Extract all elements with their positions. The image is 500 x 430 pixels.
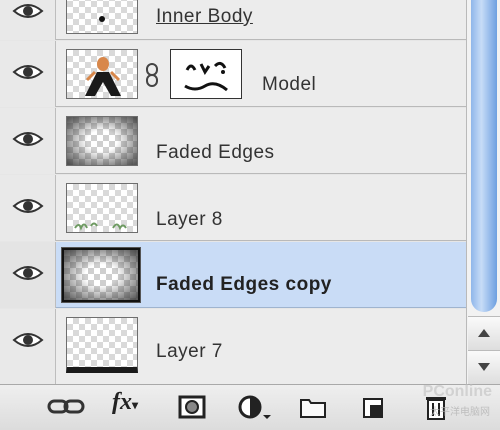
visibility-toggle[interactable] xyxy=(0,0,56,40)
layer-thumbnail xyxy=(66,49,138,99)
layers-panel: Inner Body Model Faded Edges Layer 8 Fad… xyxy=(0,0,500,430)
eye-icon xyxy=(12,199,44,213)
visibility-toggle[interactable] xyxy=(0,41,56,107)
visibility-toggle[interactable] xyxy=(0,242,56,308)
adjustment-layer-icon[interactable] xyxy=(236,391,276,423)
eye-icon xyxy=(12,132,44,146)
visibility-toggle[interactable] xyxy=(0,309,56,384)
watermark-logo: PConline xyxy=(422,383,492,400)
layer-name: Faded Edges copy xyxy=(156,274,332,295)
link-layers-icon[interactable] xyxy=(46,391,86,423)
eye-icon xyxy=(12,65,44,79)
eye-icon xyxy=(12,4,44,18)
layer-thumbnail xyxy=(66,0,138,34)
layer-row-faded-edges[interactable]: Faded Edges xyxy=(0,108,466,174)
layer-thumbnail xyxy=(62,248,140,302)
fx-button[interactable]: fx▾ xyxy=(112,389,138,421)
eye-icon xyxy=(12,333,44,347)
group-folder-icon[interactable] xyxy=(298,391,328,423)
layers-list: Inner Body Model Faded Edges Layer 8 Fad… xyxy=(0,0,466,384)
scroll-thumb[interactable] xyxy=(471,0,497,312)
visibility-toggle[interactable] xyxy=(0,175,56,241)
layer-mask-thumbnail[interactable] xyxy=(170,49,242,99)
layer-row-faded-edges-copy[interactable]: Faded Edges copy xyxy=(0,242,466,308)
vertical-scrollbar[interactable] xyxy=(466,0,500,384)
layer-thumbnail xyxy=(66,116,138,166)
layer-name: Model xyxy=(262,74,317,95)
visibility-toggle[interactable] xyxy=(0,108,56,174)
layer-name: Layer 8 xyxy=(156,209,223,230)
layer-name: Layer 7 xyxy=(156,341,223,362)
layer-thumbnail xyxy=(66,317,138,373)
scroll-down-button[interactable] xyxy=(468,350,500,384)
layer-name: Faded Edges xyxy=(156,142,275,163)
layer-thumbnail xyxy=(66,183,138,233)
new-layer-icon[interactable] xyxy=(360,391,388,423)
layer-row-layer-8[interactable]: Layer 8 xyxy=(0,175,466,241)
arrow-up-icon xyxy=(478,329,490,337)
chain-link-icon[interactable] xyxy=(145,63,159,87)
layer-row-inner-body[interactable]: Inner Body xyxy=(0,0,466,40)
layer-name: Inner Body xyxy=(156,6,253,27)
layer-row-layer-7[interactable]: Layer 7 xyxy=(0,309,466,384)
eye-icon xyxy=(12,266,44,280)
layer-mask-icon[interactable] xyxy=(176,391,208,423)
layer-row-model[interactable]: Model xyxy=(0,41,466,107)
arrow-down-icon xyxy=(478,363,490,371)
fx-label: fx xyxy=(112,389,132,415)
watermark-subtitle: 太平洋电脑网 xyxy=(430,407,490,418)
scroll-up-button[interactable] xyxy=(468,316,500,350)
